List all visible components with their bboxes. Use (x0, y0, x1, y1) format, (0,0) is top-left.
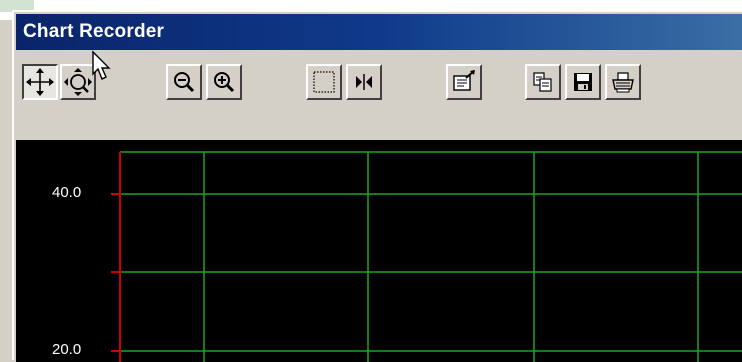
properties-button[interactable] (446, 64, 482, 100)
window-title: Chart Recorder (23, 21, 165, 42)
print-button[interactable] (605, 64, 641, 100)
split-arrows-icon (350, 68, 378, 96)
y-axis-label: 20.0 (52, 341, 82, 358)
pan-button[interactable] (22, 64, 58, 100)
chart-plot-area[interactable]: 40.0 20.0 (16, 140, 742, 362)
chart-recorder-window: Chart Recorder 40.0 20.0 (12, 10, 742, 362)
dotted-rectangle-icon (310, 68, 338, 96)
zoom-out-icon (171, 69, 197, 95)
title-bar[interactable]: Chart Recorder (16, 14, 742, 50)
floppy-disk-icon (570, 69, 596, 95)
zoom-in-button[interactable] (206, 64, 242, 100)
zoom-out-button[interactable] (166, 64, 202, 100)
printer-icon (610, 69, 636, 95)
zoom-region-button[interactable] (60, 64, 96, 100)
save-button[interactable] (565, 64, 601, 100)
toolbar (16, 58, 742, 138)
split-button[interactable] (346, 64, 382, 100)
chart-grid (111, 151, 742, 362)
copy-icon (530, 69, 556, 95)
move-arrows-icon (25, 67, 55, 97)
properties-icon (450, 68, 478, 96)
y-axis-label: 40.0 (52, 184, 82, 201)
zoom-region-icon (63, 67, 93, 97)
select-box-button[interactable] (306, 64, 342, 100)
zoom-in-icon (211, 69, 237, 95)
copy-button[interactable] (525, 64, 561, 100)
